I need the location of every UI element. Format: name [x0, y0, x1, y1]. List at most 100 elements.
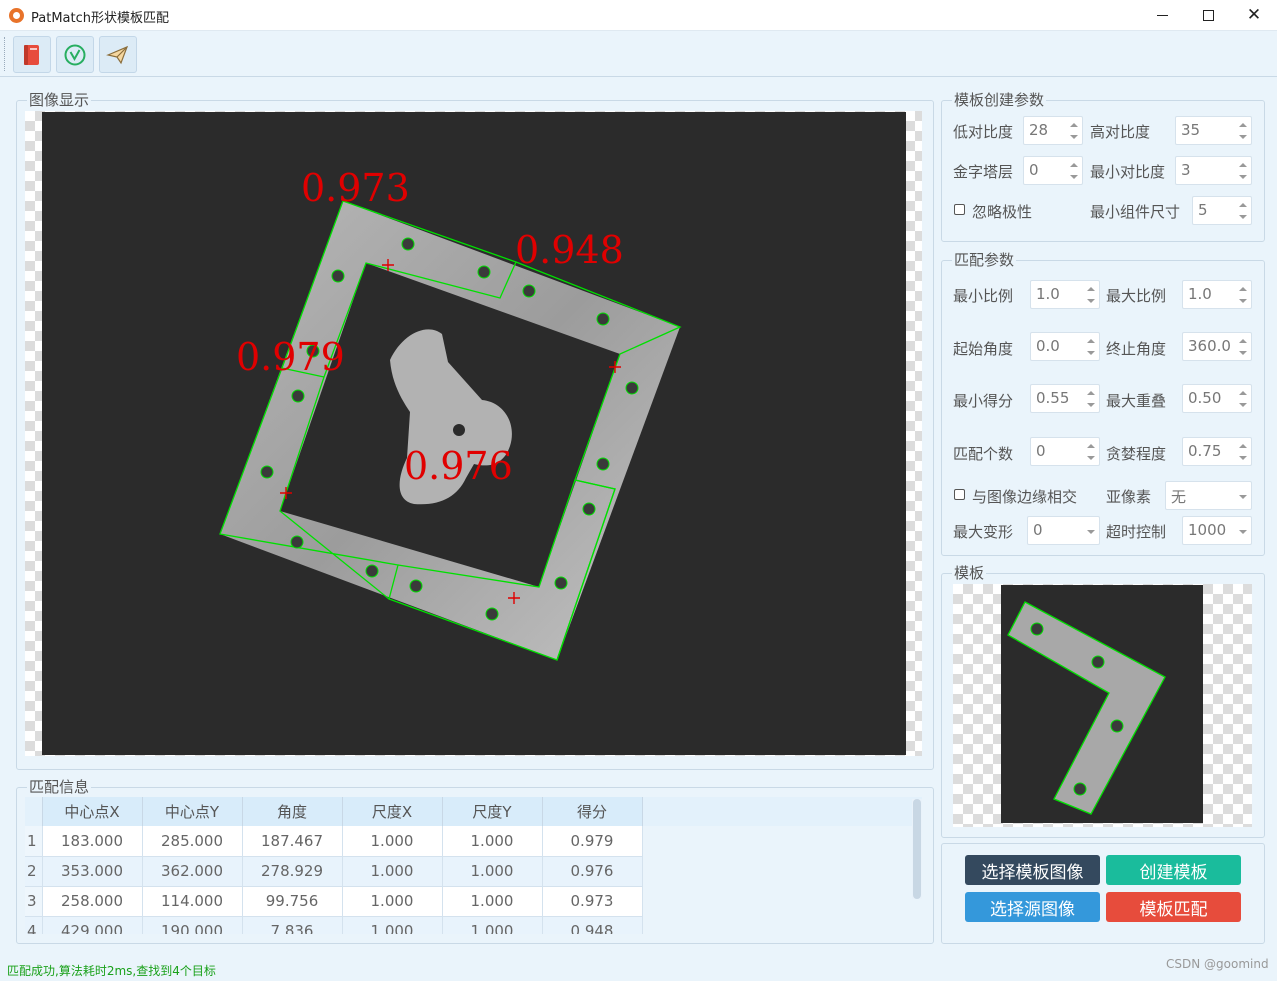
template-title: 模板 — [952, 564, 987, 582]
table-row[interactable]: 1 183.000 285.000 187.467 1.000 1.000 0.… — [25, 826, 922, 857]
min-score-spinbox[interactable]: 0.55 — [1030, 384, 1100, 413]
spin-arrows-icon[interactable] — [1239, 443, 1247, 461]
spin-arrows-icon[interactable] — [1070, 162, 1078, 180]
create-params-title: 模板创建参数 — [952, 91, 1047, 109]
max-deform-label: 最大变形 — [953, 523, 1014, 541]
timeout-dropdown[interactable]: 1000 — [1182, 516, 1252, 545]
min-score-label: 最小得分 — [953, 392, 1014, 410]
table-row[interactable]: 4 429.000 190.000 7.836 1.000 1.000 0.94… — [25, 916, 922, 934]
subpixel-dropdown[interactable]: 无 — [1165, 481, 1252, 510]
template-hole — [1073, 782, 1087, 796]
create-template-button[interactable]: 创建模板 — [1106, 855, 1241, 885]
spin-arrows-icon[interactable] — [1239, 122, 1247, 140]
greediness-spinbox[interactable]: 0.75 — [1182, 437, 1252, 466]
column-header[interactable]: 得分 — [542, 797, 643, 826]
min-component-spinbox[interactable]: 5 — [1192, 196, 1252, 225]
table-row[interactable]: 3 258.000 114.000 99.756 1.000 1.000 0.9… — [25, 886, 922, 917]
column-header[interactable]: 尺度X — [342, 797, 443, 826]
send-button[interactable] — [99, 36, 137, 73]
border-intersect-checkbox[interactable] — [954, 489, 965, 500]
min-scale-spinbox[interactable]: 1.0 — [1030, 280, 1100, 309]
table-scrollbar[interactable] — [912, 799, 922, 899]
title-bar: PatMatch形状模板匹配 ✕ — [0, 0, 1277, 31]
high-contrast-label: 高对比度 — [1090, 123, 1151, 141]
spin-arrows-icon[interactable] — [1070, 122, 1078, 140]
max-overlap-spinbox[interactable]: 0.50 — [1182, 384, 1252, 413]
low-contrast-spinbox[interactable]: 28 — [1023, 116, 1083, 145]
max-deform-value: 0 — [1033, 521, 1043, 539]
scrollbar-thumb[interactable] — [913, 799, 921, 899]
match-table[interactable]: 中心点X 中心点Y 角度 尺度X 尺度Y 得分 1 183.000 285.00… — [25, 797, 922, 934]
column-header[interactable]: 中心点X — [42, 797, 143, 826]
end-angle-spinbox[interactable]: 360.0 — [1182, 332, 1252, 361]
chevron-down-icon[interactable] — [1239, 522, 1247, 540]
toolbar-grip[interactable] — [4, 37, 7, 71]
match-count-label: 匹配个数 — [953, 445, 1014, 463]
pyramid-label: 金字塔层 — [953, 163, 1014, 181]
min-component-value: 5 — [1198, 201, 1208, 219]
match-count-spinbox[interactable]: 0 — [1030, 437, 1100, 466]
table-cell: 285.000 — [142, 826, 243, 857]
min-contrast-spinbox[interactable]: 3 — [1175, 156, 1252, 185]
close-button[interactable]: ✕ — [1231, 0, 1277, 31]
chevron-down-icon[interactable] — [1239, 487, 1247, 505]
select-template-button[interactable]: 选择模板图像 — [965, 855, 1100, 885]
high-contrast-spinbox[interactable]: 35 — [1175, 116, 1252, 145]
column-header-filler — [642, 797, 922, 826]
spin-arrows-icon[interactable] — [1087, 338, 1095, 356]
min-component-label: 最小组件尺寸 — [1090, 203, 1181, 221]
confirm-button[interactable] — [56, 36, 94, 73]
minimize-button[interactable] — [1139, 0, 1185, 31]
select-source-button[interactable]: 选择源图像 — [965, 892, 1100, 922]
match-info-title: 匹配信息 — [27, 778, 92, 796]
start-angle-spinbox[interactable]: 0.0 — [1030, 332, 1100, 361]
match-count-value: 0 — [1036, 442, 1046, 460]
template-bracket — [1007, 601, 1166, 815]
chevron-down-icon[interactable] — [1087, 522, 1095, 540]
template-preview[interactable] — [953, 584, 1252, 827]
table-cell: 0.973 — [542, 886, 643, 917]
image-display-title: 图像显示 — [27, 91, 92, 109]
open-book-button[interactable] — [13, 36, 51, 73]
high-contrast-value: 35 — [1181, 121, 1201, 139]
hole — [291, 389, 305, 403]
watermark: CSDN @goomind — [1166, 957, 1269, 971]
border-intersect-label: 与图像边缘相交 — [972, 488, 1078, 506]
max-scale-label: 最大比例 — [1106, 287, 1167, 305]
spin-arrows-icon[interactable] — [1239, 286, 1247, 304]
table-filler — [642, 826, 922, 856]
table-filler — [642, 916, 922, 934]
maximize-button[interactable] — [1185, 0, 1231, 31]
spin-arrows-icon[interactable] — [1239, 162, 1247, 180]
max-overlap-label: 最大重叠 — [1106, 392, 1167, 410]
status-message: 匹配成功,算法耗时2ms,查找到4个目标 — [7, 964, 216, 978]
table-cell: 1.000 — [442, 916, 543, 934]
spin-arrows-icon[interactable] — [1239, 202, 1247, 220]
table-cell: 0.979 — [542, 826, 643, 857]
max-scale-spinbox[interactable]: 1.0 — [1182, 280, 1252, 309]
spin-arrows-icon[interactable] — [1087, 390, 1095, 408]
template-image — [1001, 585, 1203, 823]
column-header[interactable]: 角度 — [242, 797, 343, 826]
column-header[interactable]: 中心点Y — [142, 797, 243, 826]
check-circle-icon — [64, 44, 86, 65]
max-deform-dropdown[interactable]: 0 — [1027, 516, 1100, 545]
table-cell: 187.467 — [242, 826, 343, 857]
spin-arrows-icon[interactable] — [1087, 443, 1095, 461]
table-row[interactable]: 2 353.000 362.000 278.929 1.000 1.000 0.… — [25, 856, 922, 887]
match-template-button[interactable]: 模板匹配 — [1106, 892, 1241, 922]
minimize-icon — [1156, 15, 1168, 16]
pyramid-spinbox[interactable]: 0 — [1023, 156, 1083, 185]
column-header[interactable]: 尺度Y — [442, 797, 543, 826]
spin-arrows-icon[interactable] — [1239, 338, 1247, 356]
table-cell: 1.000 — [342, 886, 443, 917]
subpixel-label: 亚像素 — [1106, 488, 1152, 506]
spin-arrows-icon[interactable] — [1087, 286, 1095, 304]
table-cell: 1.000 — [342, 826, 443, 857]
timeout-value: 1000 — [1188, 521, 1227, 539]
image-canvas[interactable]: 0.973 0.948 0.979 0.976 — [25, 111, 922, 756]
table-header: 中心点X 中心点Y 角度 尺度X 尺度Y 得分 — [25, 797, 922, 826]
ignore-polarity-checkbox[interactable] — [954, 204, 965, 215]
spin-arrows-icon[interactable] — [1239, 390, 1247, 408]
max-scale-value: 1.0 — [1188, 285, 1212, 303]
